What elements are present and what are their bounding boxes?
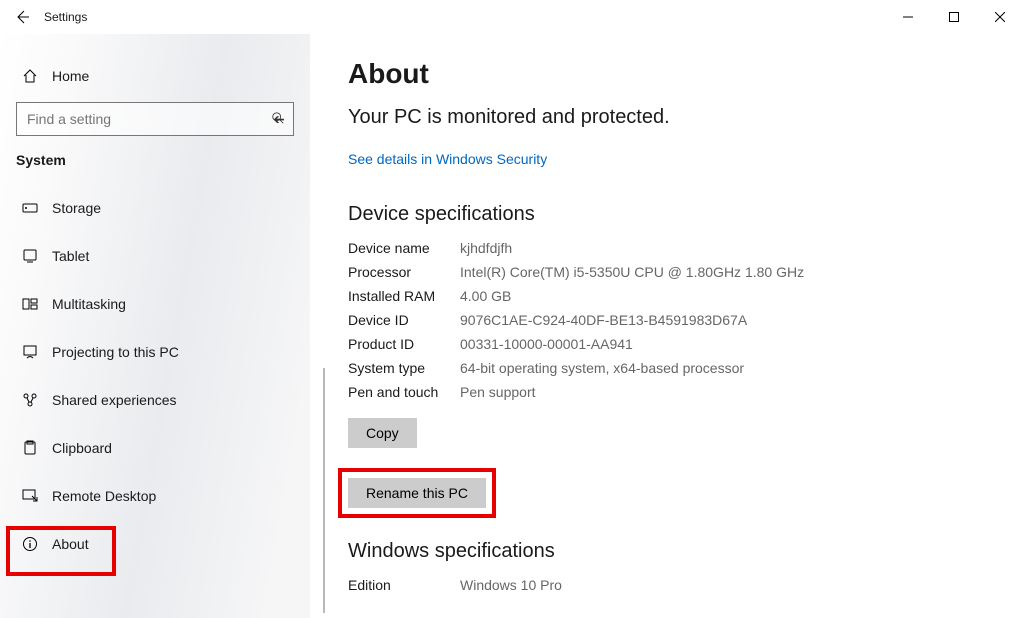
spec-value: 64-bit operating system, x64-based proce… <box>460 360 993 376</box>
spec-key: Pen and touch <box>348 384 460 400</box>
sidebar-item-label: Clipboard <box>48 440 112 456</box>
rename-pc-button[interactable]: Rename this PC <box>348 478 486 508</box>
back-arrow-icon <box>14 9 30 25</box>
home-icon <box>22 68 48 84</box>
windows-spec-table: Edition Windows 10 Pro <box>348 577 993 593</box>
remote-desktop-icon <box>22 488 48 504</box>
device-spec-table: Device name kjhdfdjfh Processor Intel(R)… <box>348 240 993 400</box>
spec-value: kjhdfdjfh <box>460 240 993 256</box>
title-bar: Settings <box>0 0 1023 34</box>
search-box[interactable]: ➔︎ <box>16 102 294 136</box>
spec-value: Pen support <box>460 384 993 400</box>
spec-key: Device name <box>348 240 460 256</box>
about-icon <box>22 536 48 552</box>
minimize-button[interactable] <box>885 0 931 34</box>
spec-key: Device ID <box>348 312 460 328</box>
maximize-button[interactable] <box>931 0 977 34</box>
spec-key: Installed RAM <box>348 288 460 304</box>
sidebar-item-shared-experiences[interactable]: Shared experiences <box>0 376 310 424</box>
storage-icon <box>22 200 48 216</box>
search-input[interactable] <box>25 110 273 128</box>
sidebar-home[interactable]: Home <box>0 52 310 100</box>
sidebar-home-label: Home <box>48 68 89 84</box>
tablet-icon <box>22 248 48 264</box>
window-title: Settings <box>44 10 87 24</box>
sidebar-item-label: Remote Desktop <box>48 488 156 504</box>
scroll-indicator[interactable] <box>323 368 325 613</box>
spec-key: Product ID <box>348 336 460 352</box>
shared-icon <box>22 392 48 408</box>
windows-security-link[interactable]: See details in Windows Security <box>348 151 993 167</box>
spec-value: 9076C1AE-C924-40DF-BE13-B4591983D67A <box>460 312 993 328</box>
spec-value: 00331-10000-00001-AA941 <box>460 336 993 352</box>
close-button[interactable] <box>977 0 1023 34</box>
spec-key: Edition <box>348 577 460 593</box>
sidebar: Home ➔︎ System Storage Tablet Multitaski… <box>0 34 310 618</box>
sidebar-item-label: Shared experiences <box>48 392 177 408</box>
projecting-icon <box>22 344 48 360</box>
sidebar-category: System <box>0 150 310 184</box>
sidebar-item-tablet[interactable]: Tablet <box>0 232 310 280</box>
windows-spec-heading: Windows specifications <box>348 540 993 563</box>
spec-value: 4.00 GB <box>460 288 993 304</box>
protection-status: Your PC is monitored and protected. <box>348 106 993 129</box>
spec-key: Processor <box>348 264 460 280</box>
sidebar-item-label: Tablet <box>48 248 89 264</box>
sidebar-item-label: Projecting to this PC <box>48 344 179 360</box>
sidebar-item-multitasking[interactable]: Multitasking <box>0 280 310 328</box>
search-icon: ➔︎ <box>273 111 285 128</box>
sidebar-item-remote-desktop[interactable]: Remote Desktop <box>0 472 310 520</box>
multitasking-icon <box>22 296 48 312</box>
sidebar-item-label: Multitasking <box>48 296 126 312</box>
clipboard-icon <box>22 440 48 456</box>
page-title: About <box>348 58 993 90</box>
sidebar-item-storage[interactable]: Storage <box>0 184 310 232</box>
spec-key: System type <box>348 360 460 376</box>
spec-value: Windows 10 Pro <box>460 577 993 593</box>
sidebar-item-projecting[interactable]: Projecting to this PC <box>0 328 310 376</box>
main-content: About Your PC is monitored and protected… <box>310 34 1023 618</box>
sidebar-item-label: About <box>48 536 89 552</box>
sidebar-item-about[interactable]: About <box>0 520 310 568</box>
back-button[interactable] <box>0 0 44 34</box>
maximize-icon <box>949 12 959 22</box>
sidebar-item-clipboard[interactable]: Clipboard <box>0 424 310 472</box>
close-icon <box>995 12 1005 22</box>
device-spec-heading: Device specifications <box>348 203 993 226</box>
sidebar-item-label: Storage <box>48 200 101 216</box>
spec-value: Intel(R) Core(TM) i5-5350U CPU @ 1.80GHz… <box>460 264 993 280</box>
minimize-icon <box>903 12 913 22</box>
copy-button[interactable]: Copy <box>348 418 417 448</box>
